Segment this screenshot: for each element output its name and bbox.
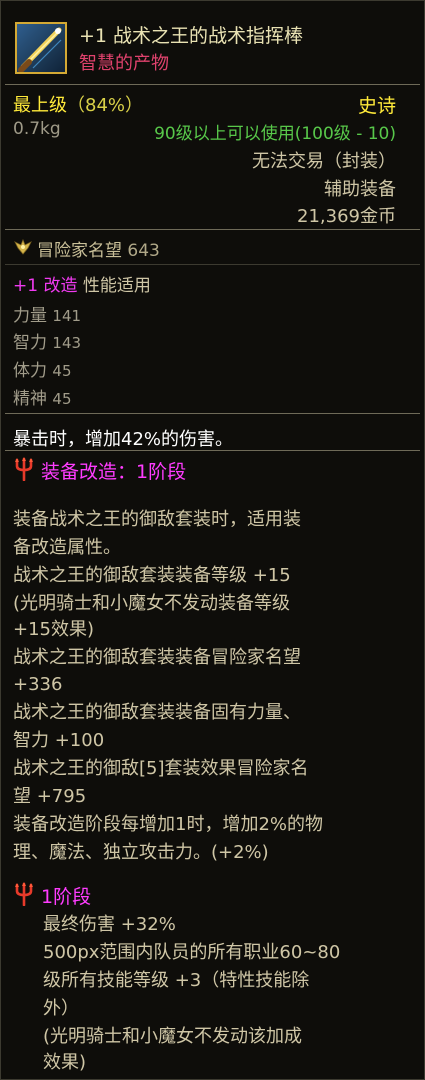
stat-name: 精神 [13,389,47,409]
amplify-line: 战术之王的御敌[5]套装效果冒险家名 [13,758,309,779]
stage-line: 级所有技能等级 +3（特性技能除 [43,970,310,991]
stage-line: (光明骑士和小魔女不发动该加成 [43,1026,303,1047]
stat-value: 141 [52,307,82,325]
fame-icon [14,238,32,255]
divider [5,264,420,265]
refine-label: +1 改造 [13,276,78,296]
stat-name: 力量 [13,306,47,326]
item-category: 辅助装备 [324,179,396,200]
refine-note: 性能适用 [82,276,151,296]
amplify-line: 理、魔法、独立攻击力。(+2%) [13,842,269,863]
item-tooltip: +1 战术之王的战术指挥棒 智慧的产物 最上级（84%） 史诗 0.7kg 90… [0,0,425,1080]
item-subtitle: 智慧的产物 [79,53,169,74]
trident-icon [15,882,33,906]
stat-value: 45 [52,390,72,408]
amplify-line: 装备改造阶段每增加1时，增加2%的物 [13,814,324,835]
trident-icon [15,457,33,481]
stage-title: 1阶段 [41,886,92,908]
rarity-label: 史诗 [357,95,396,117]
stat-name: 智力 [13,333,47,353]
stage-line: 外） [43,998,79,1019]
tooltip-header: +1 战术之王的战术指挥棒 智慧的产物 [1,1,424,81]
fame-value: 643 [127,241,160,261]
amplify-line: 装备战术之王的御敌套装时，适用装 [13,509,301,530]
fame-label: 冒险家名望 [37,241,122,261]
level-requirement: 90级以上可以使用(100级 - 10) [154,124,396,144]
baton-icon [15,22,67,74]
amplify-title: 装备改造：1阶段 [41,461,187,483]
grade-percent: （84%） [67,95,144,116]
amplify-line: 智力 +100 [13,730,105,751]
fame-line: 冒险家名望 643 [37,236,160,261]
stage-line: 500px范围内队员的所有职业60~80 [43,942,341,963]
divider [5,229,420,230]
divider [5,450,420,451]
item-name: +1 战术之王的战术指挥棒 [79,25,304,47]
stage-line: 最终伤害 +32% [43,914,176,935]
stat-value: 45 [52,362,72,380]
item-price: 21,369金币 [297,206,396,227]
amplify-line: 备改造属性。 [13,537,121,558]
stat-value: 143 [52,334,82,352]
trade-status: 无法交易（封装） [252,151,396,172]
crit-effect: 暴击时，增加42%的伤害。 [13,429,234,450]
amplify-line: 战术之王的御敌套装装备等级 +15 [13,565,291,586]
amplify-line: +336 [13,674,63,695]
amplify-line: (光明骑士和小魔女不发动装备等级 [13,593,291,614]
stat-name: 体力 [13,361,47,381]
divider [5,84,420,85]
amplify-line: +15效果) [13,619,95,640]
stat-row: 体力 45 [13,356,72,381]
grade-line: 最上级（84%） [13,91,143,117]
divider [5,413,420,414]
amplify-line: 战术之王的御敌套装装备冒险家名望 [13,647,301,668]
amplify-line: 战术之王的御敌套装装备固有力量、 [13,702,301,723]
stat-row: 力量 141 [13,301,81,326]
refine-line: +1 改造 性能适用 [13,271,151,296]
grade-label: 最上级 [13,95,67,116]
stat-row: 智力 143 [13,328,81,353]
item-weight: 0.7kg [13,119,61,139]
amplify-line: 望 +795 [13,786,87,807]
stage-line: 效果) [43,1052,87,1073]
stat-row: 精神 45 [13,384,72,409]
